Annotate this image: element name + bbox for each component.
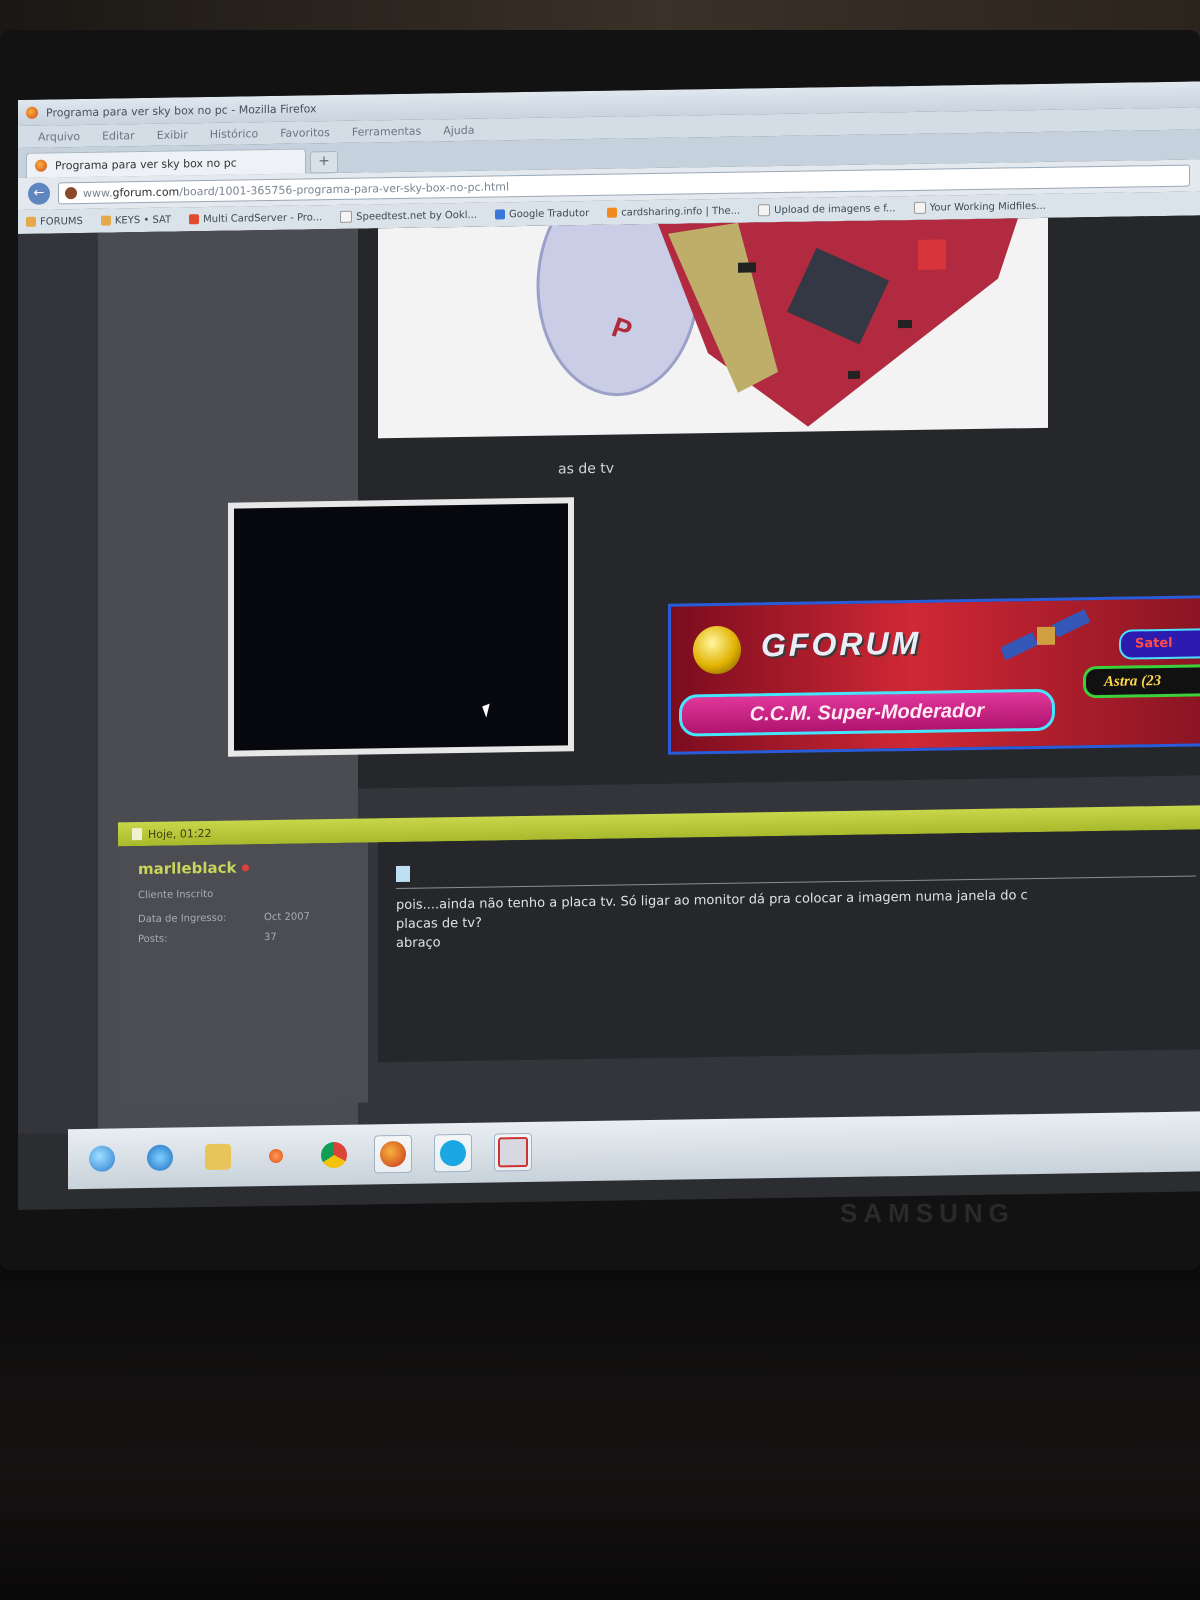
url-prefix: www. <box>83 186 113 200</box>
folder-icon <box>26 216 36 227</box>
menu-tools[interactable]: Ferramentas <box>352 124 421 138</box>
bookmark-item[interactable]: KEYS • SAT <box>100 214 171 226</box>
taskbar-ie[interactable] <box>142 1139 178 1176</box>
join-date-label: Data de Ingresso: <box>138 912 227 926</box>
post-count-row: Posts: 37 <box>138 932 277 946</box>
taskbar-firefox[interactable] <box>374 1134 412 1174</box>
menu-file[interactable]: Arquivo <box>38 130 80 144</box>
site-icon <box>607 207 618 218</box>
user-info-panel: marlleblack Cliente Inscrito Data de Ing… <box>118 842 368 1107</box>
folder-icon <box>205 1143 231 1171</box>
bookmark-item[interactable]: FORUMS <box>26 215 83 227</box>
online-status-icon <box>242 864 250 872</box>
post-divider <box>396 875 1196 890</box>
monitor-screen: Programa para ver sky box no pc - Mozill… <box>18 81 1200 1211</box>
tv-card-image: P <box>378 217 1048 439</box>
menu-history[interactable]: Histórico <box>210 127 258 141</box>
site-identity-icon[interactable] <box>65 187 77 200</box>
url-host: gforum.com <box>112 184 180 200</box>
post-count-label: Posts: <box>138 933 168 946</box>
firefox-icon <box>26 106 38 119</box>
signature-rank: C.C.M. Super-Moderador <box>679 688 1055 737</box>
post-timestamp: Hoje, 01:22 <box>148 826 212 841</box>
page-icon <box>913 201 926 214</box>
post-count-value: 37 <box>264 931 277 944</box>
chrome-icon <box>321 1141 347 1169</box>
satellite-icon <box>1001 609 1091 661</box>
bookmark-item[interactable]: Your Working Midfiles... <box>913 200 1046 214</box>
menu-bookmarks[interactable]: Favoritos <box>280 126 330 140</box>
username-link[interactable]: marlleblack <box>138 858 250 878</box>
new-tab-button[interactable]: + <box>310 150 338 174</box>
url-path: /board/1001-365756-programa-para-ver-sky… <box>179 179 510 198</box>
forum-page: P as de tv GFORUM Satel Astra (23 C.C.M.… <box>18 215 1200 1135</box>
bookmark-item[interactable]: Speedtest.net by Ookl... <box>340 209 477 223</box>
window-title: Programa para ver sky box no pc - Mozill… <box>46 101 317 120</box>
bookmark-item[interactable]: Multi CardServer - Pro... <box>189 212 322 225</box>
start-button[interactable] <box>84 1140 120 1177</box>
taskbar-media[interactable] <box>258 1138 294 1175</box>
internet-explorer-icon <box>147 1144 173 1171</box>
page-icon <box>340 210 353 223</box>
translate-icon <box>495 209 506 220</box>
signature-logo: GFORUM <box>761 624 922 664</box>
menu-view[interactable]: Exibir <box>157 128 188 141</box>
taskbar-skype[interactable] <box>434 1133 472 1173</box>
firefox-icon <box>380 1140 406 1168</box>
mouse-cursor-icon <box>482 703 494 718</box>
monitor-brand-logo: SAMSUNG <box>840 1198 1015 1228</box>
start-orb-icon <box>89 1145 115 1172</box>
warning-icon <box>189 214 200 225</box>
bookmark-item[interactable]: Google Tradutor <box>495 208 589 220</box>
menu-help[interactable]: Ajuda <box>443 123 474 136</box>
bookmark-item[interactable]: cardsharing.info | The... <box>607 205 740 218</box>
taskbar-chrome[interactable] <box>316 1137 352 1174</box>
taskbar-explorer[interactable] <box>200 1139 236 1176</box>
signature-badge: Astra (23 <box>1083 663 1200 699</box>
post-doc-icon <box>132 828 142 841</box>
tab-title: Programa para ver sky box no pc <box>55 156 237 172</box>
page-icon <box>758 204 771 217</box>
back-button[interactable]: ← <box>28 182 50 205</box>
join-date-value: Oct 2007 <box>264 911 310 924</box>
post-body: pois....ainda não tenho a placa tv. Só l… <box>396 888 1028 952</box>
signature-banner: GFORUM Satel Astra (23 C.C.M. Super-Mode… <box>668 595 1200 755</box>
forum-post-reply: pois....ainda não tenho a placa tv. Só l… <box>378 829 1200 1063</box>
video-surface[interactable] <box>234 503 568 751</box>
folder-icon <box>100 215 111 226</box>
signature-badge: Satel <box>1119 627 1200 660</box>
join-date-row: Data de Ingresso: Oct 2007 <box>138 911 310 926</box>
post-icon <box>396 865 410 883</box>
desk-surface <box>0 1280 1200 1600</box>
tab-active[interactable]: Programa para ver sky box no pc <box>26 148 306 178</box>
user-rank: Cliente Inscrito <box>138 888 214 902</box>
site-favicon-icon <box>35 159 47 172</box>
menu-edit[interactable]: Editar <box>102 129 135 143</box>
skype-icon <box>440 1139 466 1167</box>
bookmark-item[interactable]: Upload de imagens e f... <box>758 202 896 217</box>
media-player-icon <box>269 1148 283 1164</box>
post-text-fragment: as de tv <box>558 460 615 478</box>
taskbar-tv-app[interactable] <box>494 1132 532 1172</box>
logo-emblem-icon <box>693 625 741 675</box>
tv-app-icon <box>498 1136 528 1168</box>
video-overlay-window[interactable] <box>228 497 574 757</box>
